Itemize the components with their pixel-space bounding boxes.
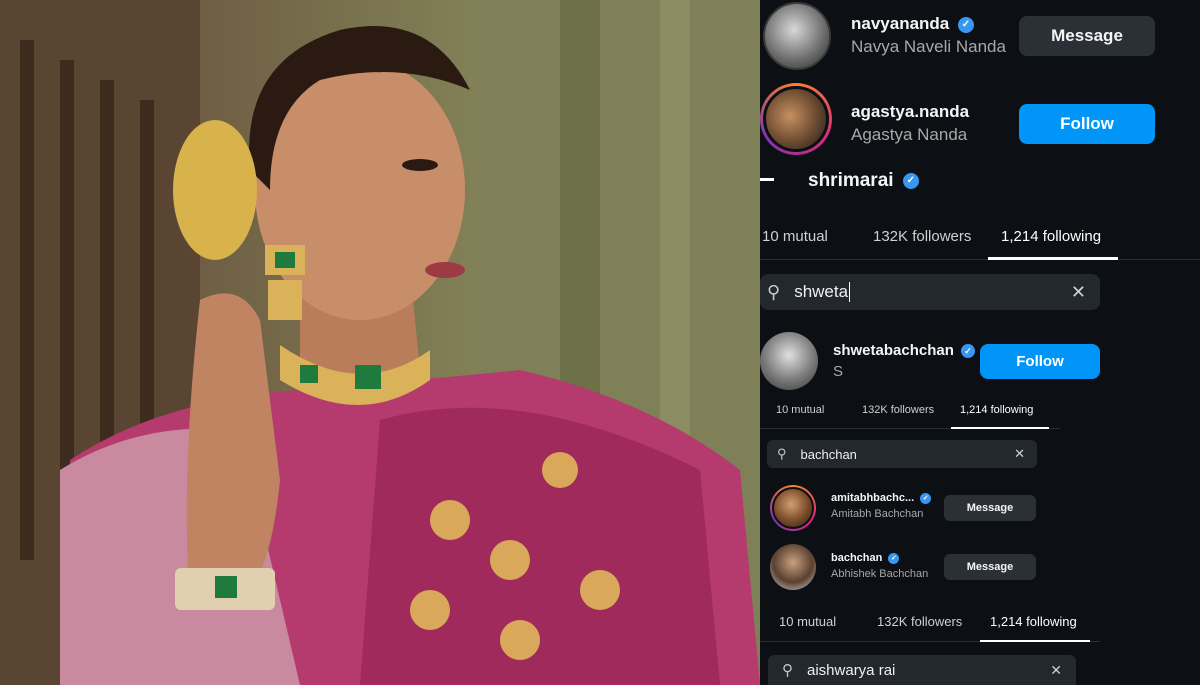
search-input[interactable]: ⚲ bachchan ✕ [767,440,1037,468]
avatar[interactable] [760,332,818,390]
active-tab-indicator [951,427,1049,429]
avatar [772,487,814,529]
verified-badge-icon: ✓ [958,16,974,33]
verified-badge-icon: ✓ [920,492,932,504]
tab-divider [760,259,1200,260]
clear-icon[interactable]: ✕ [1071,282,1086,303]
follow-button[interactable]: Follow [980,344,1100,379]
verified-badge-icon: ✓ [961,344,976,359]
avatar-story-ring[interactable] [770,485,816,531]
list-item-username[interactable]: navyananda ✓ [851,14,974,34]
tab-following[interactable]: 1,214 following [960,404,1033,416]
instagram-screenshot-panel: navyananda ✓ Navya Naveli Nanda Message … [760,0,1200,685]
active-tab-indicator [988,257,1118,260]
tab-following[interactable]: 1,214 following [1001,228,1101,245]
follow-button[interactable]: Follow [1019,104,1155,144]
clear-icon[interactable]: ✕ [1050,662,1062,679]
list-item-fullname: S [833,363,844,380]
tab-mutual[interactable]: 10 mutual [779,614,836,629]
profile-username: shrimarai ✓ [808,170,919,192]
tab-followers[interactable]: 132K followers [877,614,962,629]
portrait-illustration [0,0,760,685]
list-item-username[interactable]: amitabhbachc... ✓ [831,492,932,504]
search-icon: ⚲ [777,446,787,461]
avatar[interactable] [770,544,816,590]
list-item-fullname: Amitabh Bachchan [831,508,924,520]
list-item-username[interactable]: bachchan ✓ [831,552,900,564]
active-tab-indicator [980,640,1090,642]
tab-mutual[interactable]: 10 mutual [762,228,828,245]
tab-mutual[interactable]: 10 mutual [776,404,824,416]
tab-followers[interactable]: 132K followers [873,228,971,245]
list-item-fullname: Abhishek Bachchan [831,568,929,580]
search-value: aishwarya rai [807,661,896,679]
avatar-story-ring[interactable] [760,83,832,155]
clear-icon[interactable]: ✕ [1014,446,1025,462]
search-icon: ⚲ [767,281,781,302]
verified-badge-icon: ✓ [902,172,919,189]
text-cursor [849,282,851,302]
search-input[interactable]: ⚲ shweta ✕ [760,274,1100,310]
avatar [763,86,829,152]
message-button[interactable]: Message [944,495,1036,521]
search-icon: ⚲ [782,662,793,679]
message-button[interactable]: Message [944,554,1036,580]
avatar[interactable] [763,2,831,70]
message-button[interactable]: Message [1019,16,1155,56]
tab-followers[interactable]: 132K followers [862,404,934,416]
list-item-username[interactable]: agastya.nanda [851,102,969,122]
back-arrow-icon[interactable] [760,178,774,181]
list-item-username[interactable]: shwetabachchan ✓ [833,342,976,359]
search-input[interactable]: ⚲ aishwarya rai ✕ [768,655,1076,685]
search-value: bachchan [800,446,857,462]
tab-following[interactable]: 1,214 following [990,614,1077,629]
list-item-fullname: Agastya Nanda [851,125,968,144]
portrait-photo [0,0,760,685]
verified-badge-icon: ✓ [888,552,900,564]
search-value: shweta [794,282,849,301]
list-item-fullname: Navya Naveli Nanda [851,37,1006,56]
